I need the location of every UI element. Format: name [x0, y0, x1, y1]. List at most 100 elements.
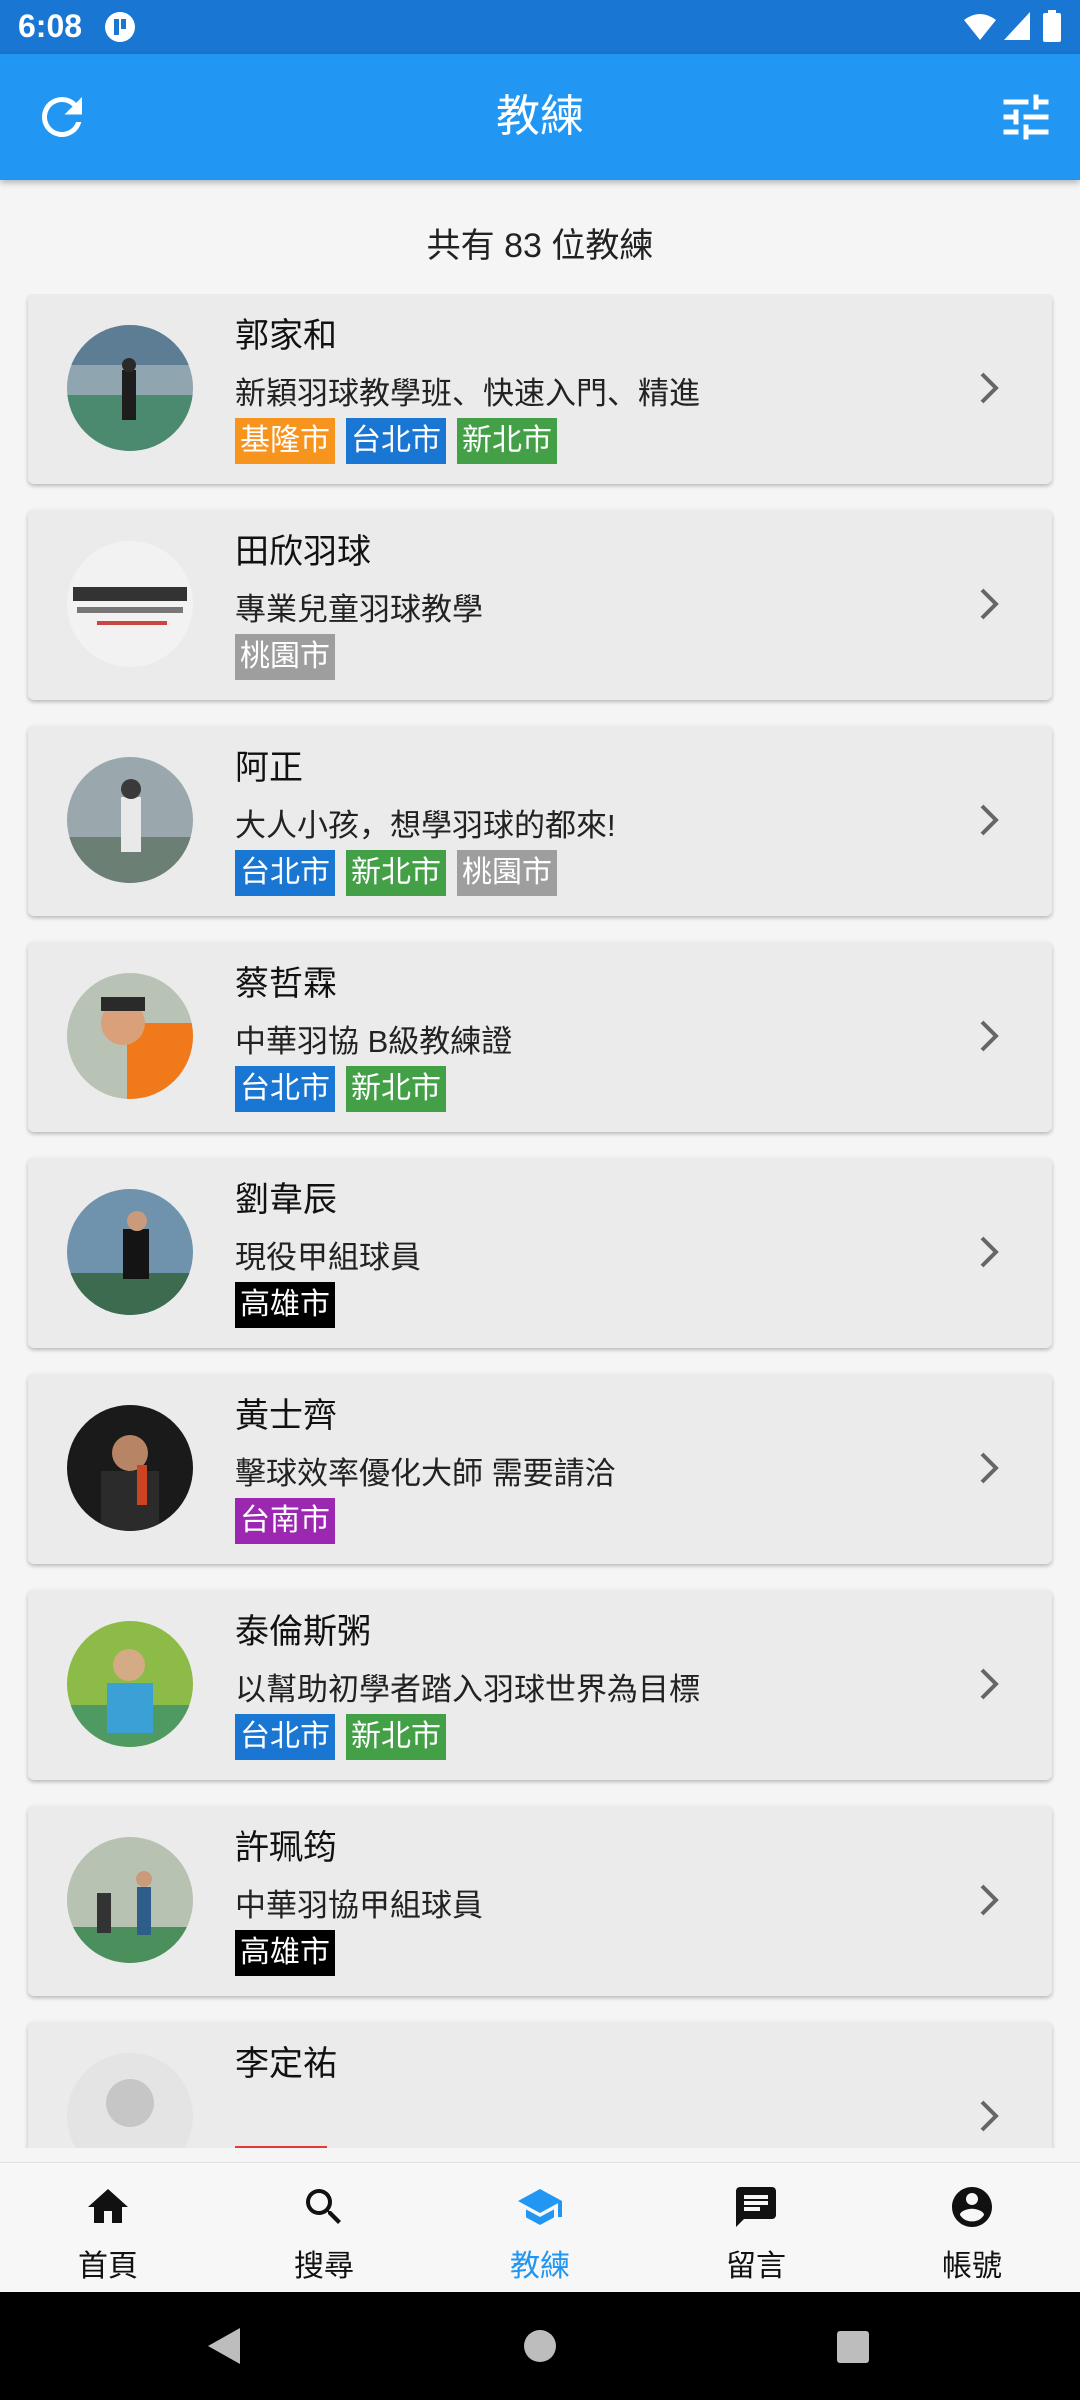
- coach-description: 現役甲組球員: [235, 1240, 421, 1275]
- chevron-right-icon: [980, 1668, 999, 1700]
- chevron-right-icon: [980, 588, 999, 620]
- bottom-navigation: 首頁 搜尋 教練 留言 帳號: [0, 2162, 1080, 2293]
- nav-label: 帳號: [942, 2250, 1002, 2283]
- coach-name: 蔡哲霖: [235, 965, 337, 1003]
- chevron-right-icon: [980, 1236, 999, 1268]
- filter-button[interactable]: [996, 87, 1056, 147]
- coach-list[interactable]: 郭家和 新穎羽球教學班、快速入門、精進 基隆市 台北市 新北市 田欣羽球 專業兒…: [0, 294, 1080, 2148]
- region-tag: 新北市: [346, 1714, 446, 1760]
- app-bar: 教練: [0, 54, 1080, 180]
- chevron-right-icon: [980, 372, 999, 404]
- nav-home[interactable]: 首頁: [0, 2163, 216, 2293]
- recents-icon[interactable]: [836, 2330, 870, 2364]
- tune-icon: [1003, 94, 1049, 140]
- nav-search[interactable]: 搜尋: [216, 2163, 432, 2293]
- home-icon: [88, 2189, 128, 2223]
- coach-name: 許珮筠: [235, 1829, 337, 1867]
- chevron-right-icon: [980, 804, 999, 836]
- coach-card[interactable]: 蔡哲霖 中華羽協 B級教練證 台北市 新北市: [28, 942, 1052, 1132]
- signal-icon: [1004, 12, 1030, 45]
- chevron-right-icon: [980, 2100, 999, 2132]
- region-tag: 台南市: [235, 1498, 335, 1544]
- coach-description: 中華羽協甲組球員: [235, 1888, 483, 1923]
- region-tag: 台北市: [235, 1066, 335, 1112]
- coach-avatar: [67, 757, 193, 883]
- chevron-right-icon: [980, 1884, 999, 1916]
- coach-avatar: [67, 1621, 193, 1747]
- coach-name: 阿正: [235, 749, 303, 787]
- coach-card[interactable]: 郭家和 新穎羽球教學班、快速入門、精進 基隆市 台北市 新北市: [28, 294, 1052, 484]
- status-time: 6:08: [18, 8, 83, 44]
- coach-name: 郭家和: [235, 317, 337, 355]
- region-tag: 台北市: [235, 850, 335, 896]
- region-tag: 新北市: [457, 418, 557, 464]
- region-tags: [235, 2146, 327, 2148]
- region-tag: 新北市: [346, 850, 446, 896]
- back-icon[interactable]: [206, 2326, 242, 2366]
- nav-label: 搜尋: [294, 2250, 354, 2283]
- coach-name: 黃士齊: [235, 1397, 337, 1435]
- region-tag: 高雄市: [235, 1930, 335, 1976]
- region-tag: 新北市: [346, 1066, 446, 1112]
- nav-account[interactable]: 帳號: [864, 2163, 1080, 2293]
- coach-name: 泰倫斯粥: [235, 1613, 371, 1651]
- region-tag: 台北市: [235, 1714, 335, 1760]
- region-tags: 台南市: [235, 1498, 335, 1544]
- region-tag: 桃園市: [457, 850, 557, 896]
- search-icon: [306, 2189, 341, 2224]
- region-tags: 桃園市: [235, 634, 335, 680]
- coach-description: 中華羽協 B級教練證: [235, 1024, 513, 1059]
- coach-description: 專業兒童羽球教學: [235, 592, 483, 627]
- region-tag: 基隆市: [235, 418, 335, 464]
- refresh-button[interactable]: [32, 87, 92, 147]
- nav-messages[interactable]: 留言: [648, 2163, 864, 2293]
- nav-label: 留言: [726, 2250, 786, 2283]
- coach-card[interactable]: 田欣羽球 專業兒童羽球教學 桃園市: [28, 510, 1052, 700]
- refresh-icon: [41, 96, 82, 137]
- nav-label: 教練: [510, 2250, 570, 2283]
- region-tag: 台北市: [346, 418, 446, 464]
- region-tags: 高雄市: [235, 1282, 335, 1328]
- coach-card[interactable]: 黃士齊 擊球效率優化大師 需要請洽 台南市: [28, 1374, 1052, 1564]
- coach-description: 大人小孩，想學羽球的都來!: [235, 808, 616, 843]
- region-tag: [235, 2146, 327, 2148]
- account-circle-icon: [952, 2187, 992, 2227]
- coach-card[interactable]: 劉韋辰 現役甲組球員 高雄市: [28, 1158, 1052, 1348]
- coach-avatar: [67, 2053, 193, 2148]
- region-tags: 台北市 新北市: [235, 1714, 446, 1760]
- coach-card[interactable]: 李定祐: [28, 2022, 1052, 2148]
- coach-avatar: [67, 1405, 193, 1531]
- coach-avatar: [67, 973, 193, 1099]
- chevron-right-icon: [980, 1020, 999, 1052]
- wifi-icon: [963, 12, 997, 47]
- region-tags: 基隆市 台北市 新北市: [235, 418, 557, 464]
- coach-avatar: [67, 325, 193, 451]
- coach-count: 共有 83 位教練: [426, 227, 654, 265]
- app-notification-icon: [104, 11, 136, 48]
- status-bar: 6:08: [0, 0, 1080, 54]
- coach-card[interactable]: 許珮筠 中華羽協甲組球員 高雄市: [28, 1806, 1052, 1996]
- page-title: 教練: [496, 92, 584, 141]
- region-tags: 高雄市: [235, 1930, 335, 1976]
- region-tags: 台北市 新北市 桃園市: [235, 850, 557, 896]
- coach-description: 以幫助初學者踏入羽球世界為目標: [235, 1672, 700, 1707]
- coach-name: 李定祐: [235, 2045, 337, 2083]
- coach-name: 劉韋辰: [235, 1181, 337, 1219]
- coach-avatar: [67, 1189, 193, 1315]
- coach-card[interactable]: 泰倫斯粥 以幫助初學者踏入羽球世界為目標 台北市 新北市: [28, 1590, 1052, 1780]
- school-icon: [518, 2189, 562, 2225]
- region-tags: 台北市 新北市: [235, 1066, 446, 1112]
- region-tag: 桃園市: [235, 634, 335, 680]
- chat-icon: [736, 2187, 776, 2227]
- coach-avatar: [67, 541, 193, 667]
- coach-description: 擊球效率優化大師 需要請洽: [235, 1456, 616, 1491]
- coach-avatar: [67, 1837, 193, 1963]
- nav-label: 首頁: [78, 2250, 138, 2283]
- home-circle-icon[interactable]: [522, 2328, 558, 2364]
- coach-name: 田欣羽球: [235, 533, 371, 571]
- nav-coach[interactable]: 教練: [432, 2163, 648, 2293]
- coach-card[interactable]: 阿正 大人小孩，想學羽球的都來! 台北市 新北市 桃園市: [28, 726, 1052, 916]
- battery-icon: [1043, 10, 1061, 47]
- region-tag: 高雄市: [235, 1282, 335, 1328]
- coach-description: 新穎羽球教學班、快速入門、精進: [235, 376, 700, 411]
